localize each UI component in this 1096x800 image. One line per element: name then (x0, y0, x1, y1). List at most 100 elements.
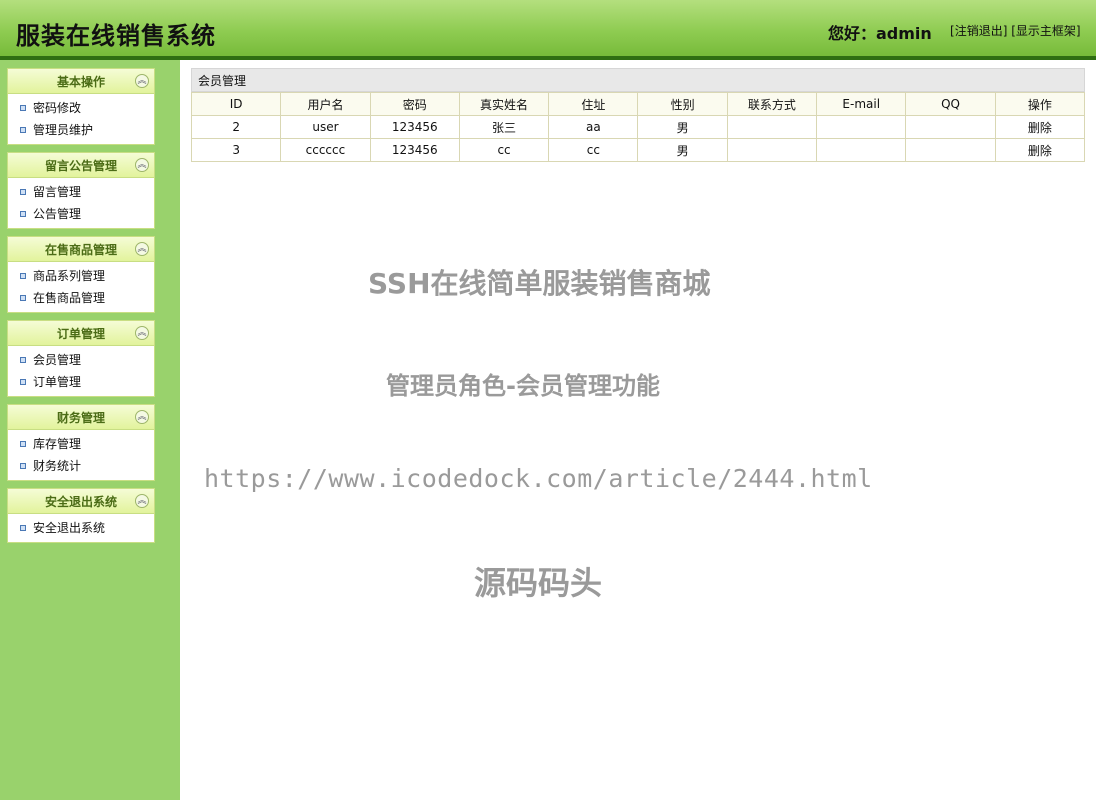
panel-body: 安全退出系统 (7, 514, 155, 543)
bullet-icon (20, 379, 26, 385)
collapse-icon[interactable]: ︽ (135, 494, 149, 508)
cell-realname: 张三 (458, 115, 550, 139)
panel-title: 订单管理 (56, 326, 105, 341)
panel-title: 在售商品管理 (44, 242, 117, 257)
panel-body: 留言管理 公告管理 (7, 178, 155, 229)
panel-title: 基本操作 (56, 74, 105, 89)
sidebar-panel-finance: 财务管理 ︽ 库存管理 财务统计 (7, 404, 155, 481)
sidebar-item-label: 商品系列管理 (33, 269, 106, 283)
cell-address: aa (548, 115, 639, 139)
watermark-line-4: 源码码头 (474, 564, 603, 602)
collapse-icon[interactable]: ︽ (135, 410, 149, 424)
bullet-icon (20, 273, 26, 279)
cell-address: cc (548, 138, 639, 162)
panel-header[interactable]: 订单管理 ︽ (7, 320, 155, 346)
members-table: ID 用户名 密码 真实姓名 住址 性别 联系方式 E-mail QQ 操作 2… (190, 92, 1086, 162)
bullet-icon (20, 441, 26, 447)
cell-gender: 男 (637, 115, 728, 139)
sidebar-item-password[interactable]: 密码修改 (8, 97, 154, 119)
panel-body: 密码修改 管理员维护 (7, 94, 155, 145)
sidebar-item-label: 管理员维护 (33, 123, 94, 137)
top-header: 服装在线销售系统 您好：admin [注销退出] [显示主框架] (0, 0, 1096, 60)
bullet-icon (20, 105, 26, 111)
collapse-icon[interactable]: ︽ (135, 74, 149, 88)
app-title: 服装在线销售系统 (16, 22, 216, 50)
bullet-icon (20, 189, 26, 195)
cell-password: 123456 (369, 115, 460, 139)
show-main-frame-link[interactable]: 显示主框架 (1016, 24, 1076, 38)
sidebar-item-product-series[interactable]: 商品系列管理 (8, 265, 154, 287)
panel-header[interactable]: 安全退出系统 ︽ (7, 488, 155, 514)
column-header: 联系方式 (726, 92, 818, 116)
sidebar-item-admins[interactable]: 管理员维护 (8, 119, 154, 141)
user-greeting: 您好：admin (828, 24, 932, 43)
column-header: 性别 (637, 92, 728, 116)
table-header-row: ID 用户名 密码 真实姓名 住址 性别 联系方式 E-mail QQ 操作 (190, 92, 1086, 116)
sidebar-item-label: 密码修改 (33, 101, 82, 115)
sidebar-item-label: 财务统计 (33, 459, 82, 473)
column-header: 操作 (994, 92, 1086, 116)
delete-link[interactable]: 删除 (1028, 144, 1052, 158)
column-header: 密码 (369, 92, 460, 116)
sidebar-item-label: 在售商品管理 (33, 291, 106, 305)
logout-link[interactable]: 注销退出 (955, 24, 1003, 38)
header-links: [注销退出] [显示主框架] (950, 24, 1081, 38)
cell-qq (905, 115, 996, 139)
cell-username: cccccc (280, 138, 371, 162)
sidebar-item-label: 公告管理 (33, 207, 82, 221)
sidebar-item-products-on-sale[interactable]: 在售商品管理 (8, 287, 154, 309)
sidebar-item-finance-stats[interactable]: 财务统计 (8, 455, 154, 477)
sidebar-panel-products: 在售商品管理 ︽ 商品系列管理 在售商品管理 (7, 236, 155, 313)
collapse-icon[interactable]: ︽ (135, 242, 149, 256)
column-header: ID (190, 92, 282, 116)
cell-id: 2 (190, 115, 282, 139)
main-content: 会员管理 ID 用户名 密码 真实姓名 住址 性别 联系方式 E-mail QQ… (190, 68, 1086, 162)
panel-header[interactable]: 在售商品管理 ︽ (7, 236, 155, 262)
table-row: 3 cccccc 123456 cc cc 男 删除 (190, 138, 1086, 162)
sidebar-item-label: 库存管理 (33, 437, 82, 451)
panel-header[interactable]: 财务管理 ︽ (7, 404, 155, 430)
column-header: E-mail (816, 92, 907, 116)
column-header: 用户名 (280, 92, 371, 116)
cell-qq (905, 138, 996, 162)
column-header: 真实姓名 (458, 92, 550, 116)
sidebar-panel-exit: 安全退出系统 ︽ 安全退出系统 (7, 488, 155, 543)
watermark-url: https://www.icodedock.com/article/2444.h… (204, 464, 873, 493)
panel-title: 财务管理 (56, 410, 105, 425)
panel-header[interactable]: 基本操作 ︽ (7, 68, 155, 94)
sidebar: 基本操作 ︽ 密码修改 管理员维护 留言公告管理 ︽ 留言管理 公告管理 在售商… (0, 60, 180, 800)
sidebar-item-messages[interactable]: 留言管理 (8, 181, 154, 203)
panel-header[interactable]: 留言公告管理 ︽ (7, 152, 155, 178)
bullet-icon (20, 127, 26, 133)
cell-username: user (280, 115, 371, 139)
sidebar-item-label: 会员管理 (33, 353, 82, 367)
sidebar-item-label: 安全退出系统 (33, 521, 106, 535)
bullet-icon (20, 525, 26, 531)
sidebar-panel-messages: 留言公告管理 ︽ 留言管理 公告管理 (7, 152, 155, 229)
watermark-line-1: SSH在线简单服装销售商城 (368, 267, 711, 300)
table-row: 2 user 123456 张三 aa 男 删除 (190, 115, 1086, 139)
sidebar-item-members[interactable]: 会员管理 (8, 349, 154, 371)
collapse-icon[interactable]: ︽ (135, 326, 149, 340)
panel-body: 商品系列管理 在售商品管理 (7, 262, 155, 313)
sidebar-item-notices[interactable]: 公告管理 (8, 203, 154, 225)
delete-link[interactable]: 删除 (1028, 121, 1052, 135)
collapse-icon[interactable]: ︽ (135, 158, 149, 172)
cell-realname: cc (458, 138, 550, 162)
sidebar-item-label: 订单管理 (33, 375, 82, 389)
panel-title: 留言公告管理 (44, 158, 117, 173)
bullet-icon (20, 463, 26, 469)
bullet-icon (20, 357, 26, 363)
sidebar-item-label: 留言管理 (33, 185, 82, 199)
section-title: 会员管理 (191, 68, 1085, 92)
sidebar-item-exit-system[interactable]: 安全退出系统 (8, 517, 154, 539)
column-header: QQ (905, 92, 996, 116)
cell-action: 删除 (994, 115, 1086, 139)
cell-gender: 男 (637, 138, 728, 162)
panel-title: 安全退出系统 (44, 494, 117, 509)
sidebar-item-orders[interactable]: 订单管理 (8, 371, 154, 393)
sidebar-item-inventory[interactable]: 库存管理 (8, 433, 154, 455)
sidebar-panel-orders: 订单管理 ︽ 会员管理 订单管理 (7, 320, 155, 397)
cell-email (816, 138, 907, 162)
cell-password: 123456 (369, 138, 460, 162)
